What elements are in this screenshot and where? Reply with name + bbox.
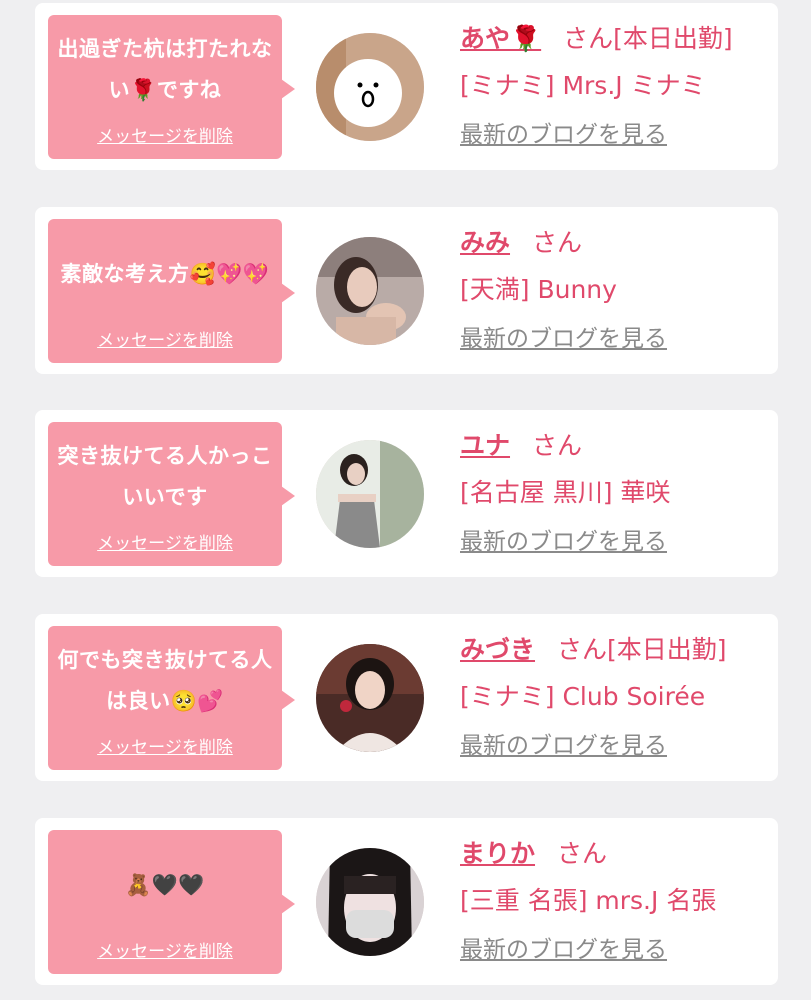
message-bubble: 何でも突き抜けてる人は良い🥺💕 メッセージを削除 xyxy=(48,626,295,770)
shop-name: [ミナミ] Mrs.J ミナミ xyxy=(460,71,706,100)
latest-blog-link[interactable]: 最新のブログを見る xyxy=(460,726,667,760)
latest-blog-link[interactable]: 最新のブログを見る xyxy=(460,930,667,964)
avatar[interactable] xyxy=(316,33,424,141)
delete-message-link[interactable]: メッセージを削除 xyxy=(48,529,282,554)
avatar[interactable] xyxy=(316,644,424,752)
latest-blog-link[interactable]: 最新のブログを見る xyxy=(460,115,667,149)
avatar-face-drawing-icon xyxy=(316,33,424,141)
shop-name: [名古屋 黒川] 華咲 xyxy=(460,478,671,507)
delete-message-link[interactable]: メッセージを削除 xyxy=(48,937,282,962)
cast-name-link[interactable]: みづき xyxy=(460,635,535,664)
delete-message-link[interactable]: メッセージを削除 xyxy=(48,326,282,351)
message-text: 何でも突き抜けてる人は良い🥺💕 xyxy=(57,648,273,713)
honorific-status: さん xyxy=(532,431,583,460)
avatar-photo-icon xyxy=(316,237,424,345)
avatar-photo-icon xyxy=(316,440,424,548)
delete-message-link[interactable]: メッセージを削除 xyxy=(48,122,282,147)
message-card: 突き抜けてる人かっこいいです メッセージを削除 ユナ さん [名古屋 黒川] 華咲… xyxy=(35,410,778,577)
shop-name: [天満] Bunny xyxy=(460,275,617,304)
honorific-status: さん[本日出勤] xyxy=(557,635,727,664)
message-text: 🧸🖤🖤 xyxy=(125,872,205,897)
message-card: 何でも突き抜けてる人は良い🥺💕 メッセージを削除 みづき さん[本日出勤] [ミナ… xyxy=(35,614,778,781)
cast-name-link[interactable]: みみ xyxy=(460,228,510,257)
latest-blog-link[interactable]: 最新のブログを見る xyxy=(460,319,667,353)
cast-name-link[interactable]: まりか xyxy=(460,839,535,868)
message-card: 🧸🖤🖤 メッセージを削除 まりか さん [三重 名張] mrs.J 名張 最新のブ… xyxy=(35,818,778,985)
latest-blog-link[interactable]: 最新のブログを見る xyxy=(460,522,667,556)
avatar-photo-icon xyxy=(316,644,424,752)
message-card: 出過ぎた杭は打たれない🌹ですね メッセージを削除 あや🌹 さん[本日出勤] [ミナ… xyxy=(35,3,778,170)
honorific-status: さん xyxy=(557,839,608,868)
shop-name: [ミナミ] Club Soirée xyxy=(460,682,706,711)
message-text: 素敵な考え方🥰💖💖 xyxy=(60,261,270,286)
cast-name-link[interactable]: ユナ xyxy=(460,431,510,460)
honorific-status: さん[本日出勤] xyxy=(563,24,733,53)
message-bubble: 🧸🖤🖤 メッセージを削除 xyxy=(48,830,295,974)
message-bubble: 突き抜けてる人かっこいいです メッセージを削除 xyxy=(48,422,295,566)
cast-name-link[interactable]: あや🌹 xyxy=(460,24,541,53)
avatar[interactable] xyxy=(316,848,424,956)
message-list: 出過ぎた杭は打たれない🌹ですね メッセージを削除 あや🌹 さん[本日出勤] [ミナ… xyxy=(0,0,811,1000)
honorific-status: さん xyxy=(532,228,583,257)
message-text: 出過ぎた杭は打たれない🌹ですね xyxy=(57,37,273,102)
message-bubble: 出過ぎた杭は打たれない🌹ですね メッセージを削除 xyxy=(48,15,295,159)
shop-name: [三重 名張] mrs.J 名張 xyxy=(460,886,717,915)
message-bubble: 素敵な考え方🥰💖💖 メッセージを削除 xyxy=(48,219,295,363)
avatar[interactable] xyxy=(316,440,424,548)
delete-message-link[interactable]: メッセージを削除 xyxy=(48,733,282,758)
message-card: 素敵な考え方🥰💖💖 メッセージを削除 みみ さん [天満] Bunny 最新のブロ… xyxy=(35,207,778,374)
avatar[interactable] xyxy=(316,237,424,345)
message-text: 突き抜けてる人かっこいいです xyxy=(57,444,273,509)
avatar-photo-icon xyxy=(316,848,424,956)
